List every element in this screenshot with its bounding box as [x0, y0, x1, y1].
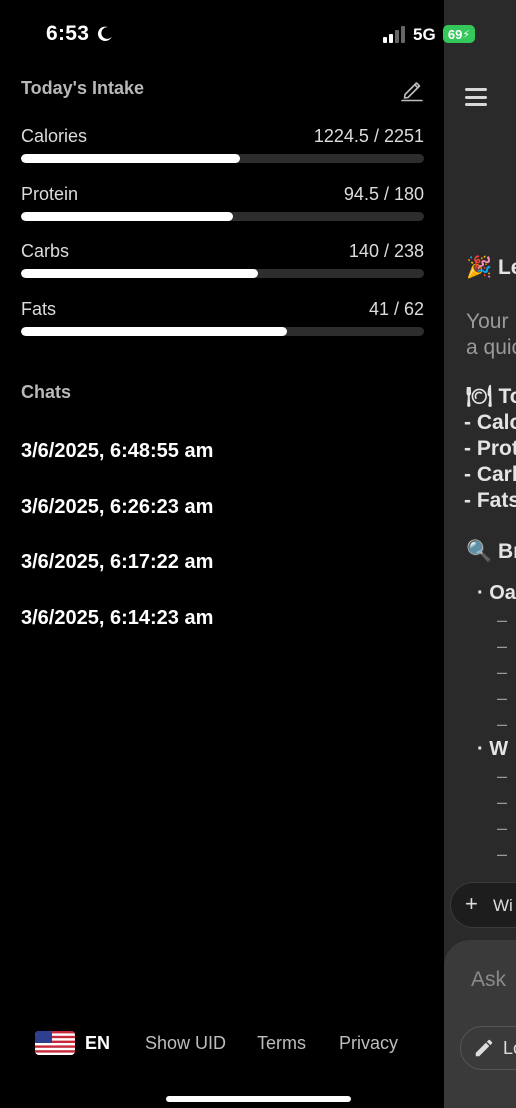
macro-label: Protein: [21, 184, 79, 204]
message-intro-line: a quic: [466, 336, 516, 359]
macro-value: 140 / 238: [348, 241, 424, 261]
breakdown-subline: –: [497, 714, 508, 734]
menu-icon[interactable]: [465, 88, 487, 106]
battery-level: 69: [447, 26, 463, 42]
log-button-label: Lo: [503, 1038, 516, 1058]
breakdown-subline: –: [497, 662, 508, 682]
language-selector[interactable]: EN: [85, 1033, 110, 1054]
drawer-footer: EN Show UID Terms Privacy: [0, 1026, 444, 1060]
status-bar: 6:53 5G 69 ⚡: [0, 0, 516, 70]
us-flag-icon[interactable]: [35, 1031, 75, 1055]
privacy-link[interactable]: Privacy: [339, 1033, 398, 1054]
network-label: 5G: [413, 25, 436, 44]
totals-line: - Prot: [464, 437, 516, 460]
breakdown-subline: –: [497, 636, 508, 656]
edit-icon[interactable]: [399, 76, 425, 102]
breakdown-subline: –: [497, 792, 508, 812]
message-heading: 🎉 Le: [466, 256, 516, 279]
totals-heading: 🍽 To: [466, 385, 516, 408]
message-input[interactable]: Ask: [471, 968, 506, 992]
chats-title: Chats: [21, 382, 72, 402]
chat-list-item[interactable]: 3/6/2025, 6:26:23 am: [21, 496, 213, 519]
macro-label: Carbs: [21, 241, 70, 261]
plus-icon: +: [465, 891, 478, 916]
pencil-icon: [475, 1039, 493, 1057]
chat-list-item[interactable]: 3/6/2025, 6:14:23 am: [21, 607, 213, 630]
show-uid-link[interactable]: Show UID: [145, 1033, 226, 1054]
breakdown-item: · W: [477, 738, 509, 760]
progress-track: [21, 212, 424, 221]
suggestion-chip[interactable]: + Wi: [450, 882, 516, 928]
progress-track: [21, 154, 424, 163]
breakdown-subline: –: [497, 688, 508, 708]
progress-fill: [21, 212, 233, 221]
message-intro-line: Your: [466, 310, 509, 333]
intake-title: Today's Intake: [21, 78, 144, 98]
macro-protein: Protein 94.5 / 180: [21, 184, 424, 224]
chat-list-item[interactable]: 3/6/2025, 6:48:55 am: [21, 440, 213, 463]
battery-icon: 69 ⚡: [443, 25, 475, 43]
moon-icon: [97, 26, 112, 41]
breakdown-subline: –: [497, 610, 508, 630]
breakdown-subline: –: [497, 766, 508, 786]
composer: Ask Lo: [444, 940, 516, 1108]
totals-line: - Carb: [464, 463, 516, 486]
totals-line: - Calo: [464, 411, 516, 434]
progress-fill: [21, 154, 241, 163]
macro-carbs: Carbs 140 / 238: [21, 241, 424, 281]
log-button[interactable]: Lo: [460, 1026, 516, 1070]
suggestion-label: Wi: [493, 896, 513, 915]
breakdown-heading: 🔍 Br: [466, 540, 516, 563]
macro-label: Calories: [21, 126, 88, 146]
chat-panel: 🎉 Le Your a quic 🍽 To - Calo - Prot - Ca…: [444, 0, 516, 1108]
macro-value: 41 / 62: [368, 299, 424, 319]
macro-label: Fats: [21, 299, 57, 319]
totals-line: - Fats: [464, 489, 516, 512]
progress-track: [21, 269, 424, 278]
intake-header: Today's Intake: [21, 78, 425, 102]
macro-fats: Fats 41 / 62: [21, 299, 424, 339]
breakdown-item: · Oa: [477, 582, 516, 604]
signal-icon: [383, 26, 405, 43]
macro-calories: Calories 1224.5 / 2251: [21, 126, 424, 166]
progress-fill: [21, 327, 288, 336]
progress-fill: [21, 269, 258, 278]
home-indicator: [166, 1096, 351, 1102]
side-drawer: Today's Intake Calories 1224.5 / 2251 Pr…: [0, 0, 444, 1108]
status-time: 6:53: [46, 22, 90, 45]
macro-value: 94.5 / 180: [343, 184, 424, 204]
progress-track: [21, 327, 424, 336]
chat-list-item[interactable]: 3/6/2025, 6:17:22 am: [21, 551, 213, 574]
terms-link[interactable]: Terms: [257, 1033, 306, 1054]
macro-value: 1224.5 / 2251: [313, 126, 424, 146]
breakdown-subline: –: [497, 844, 508, 864]
breakdown-subline: –: [497, 818, 508, 838]
